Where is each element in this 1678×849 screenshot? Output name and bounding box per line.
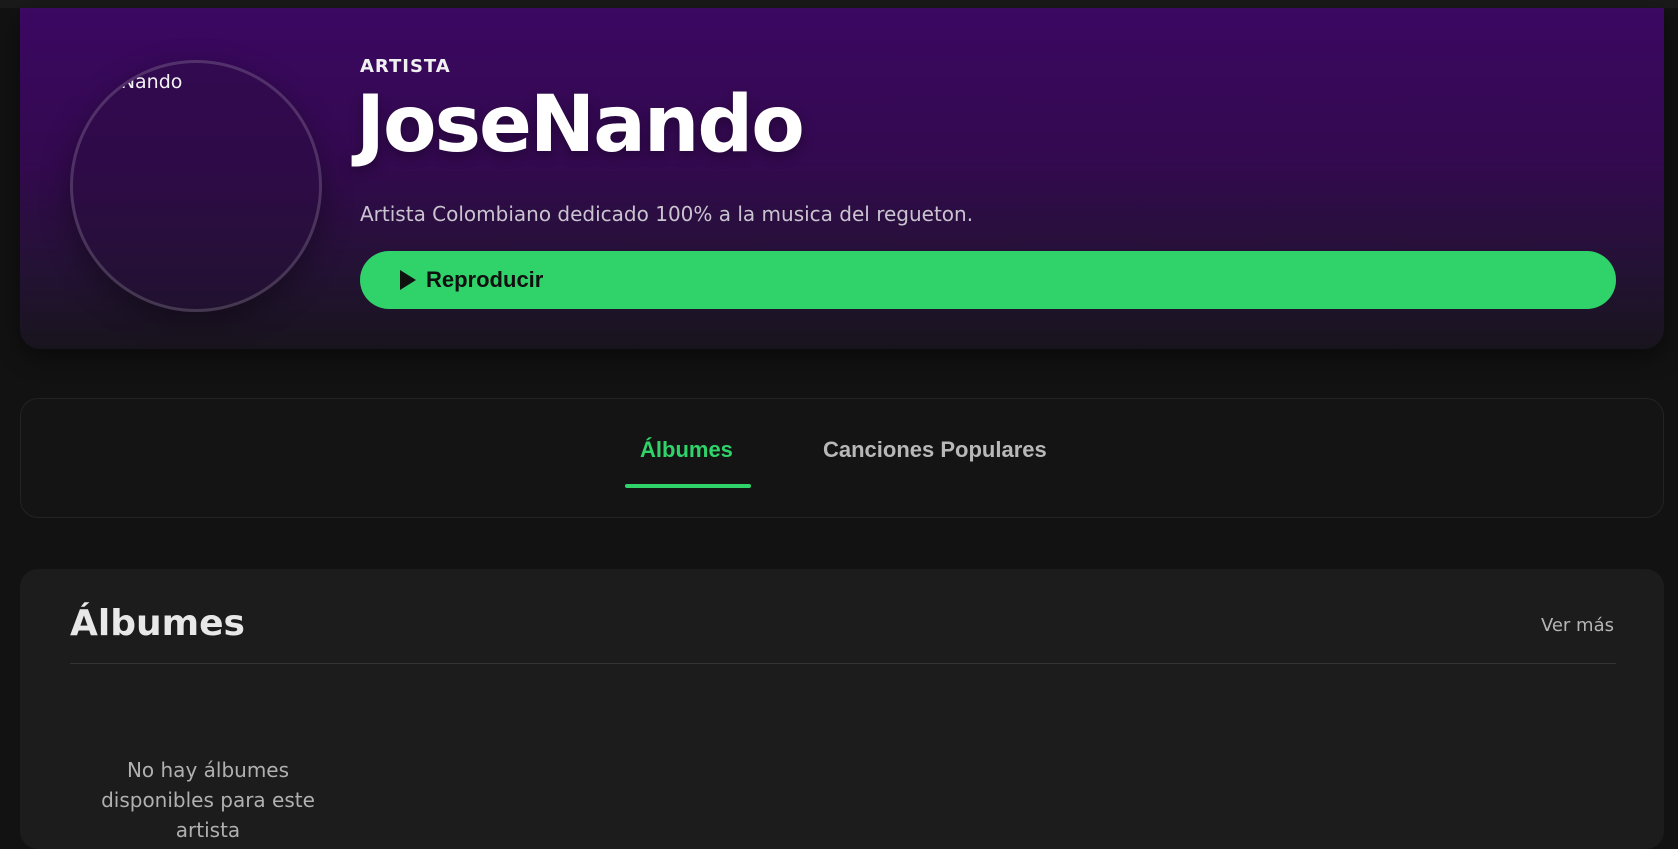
avatar-alt-text: JoseNando <box>82 71 183 93</box>
tab-popular-songs[interactable]: Canciones Populares <box>823 437 1047 463</box>
empty-albums-message: No hay álbumes disponibles para este art… <box>101 758 315 842</box>
tab-bar: Álbumes Canciones Populares <box>20 398 1664 518</box>
artist-header: JoseNando ARTISTA JoseNando Artista Colo… <box>20 8 1664 349</box>
albums-section: Álbumes Ver más No hay álbumes disponibl… <box>20 569 1664 849</box>
section-title: Álbumes <box>70 603 245 644</box>
play-icon <box>400 270 416 290</box>
play-button[interactable]: Reproducir <box>360 251 1616 309</box>
tab-albums[interactable]: Álbumes <box>640 437 733 463</box>
artist-type-label: ARTISTA <box>360 56 451 77</box>
top-bar <box>0 0 1678 8</box>
active-tab-indicator <box>625 484 751 488</box>
play-button-label: Reproducir <box>426 267 544 292</box>
see-more-link[interactable]: Ver más <box>1541 615 1614 636</box>
artist-bio: Artista Colombiano dedicado 100% a la mu… <box>360 202 974 226</box>
artist-name: JoseNando <box>356 80 805 170</box>
section-divider <box>70 663 1616 664</box>
artist-avatar: JoseNando <box>70 60 322 312</box>
